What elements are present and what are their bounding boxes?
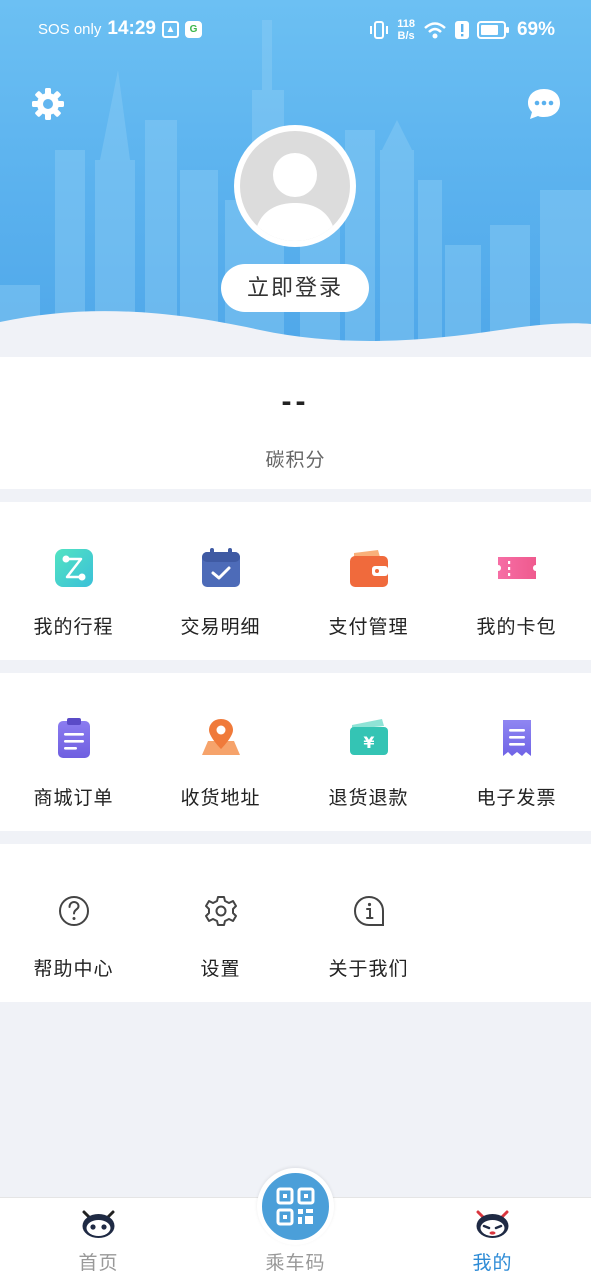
status-right: 118 B/s 69% bbox=[369, 18, 555, 42]
trip-route-icon bbox=[55, 549, 93, 587]
robot-mascot-icon bbox=[82, 1210, 115, 1238]
header-message-button[interactable] bbox=[526, 86, 562, 122]
services-grid-3: 帮助中心 设置 关于我们 bbox=[0, 844, 591, 1002]
menu-transaction-details-label: 交易明细 bbox=[180, 617, 261, 638]
services-grid-1: 我的行程 交易明细 支付管理 我的卡包 bbox=[0, 502, 591, 660]
carrier-text: SOS only bbox=[38, 20, 102, 38]
gear-icon bbox=[32, 88, 64, 120]
profile-header: SOS only 14:29 ▲ G 118 B/s 69% 立即登录 bbox=[0, 0, 591, 357]
menu-my-card-wallet-label: 我的卡包 bbox=[476, 617, 557, 638]
menu-e-invoice-label: 电子发票 bbox=[476, 788, 557, 809]
menu-about-us[interactable]: 关于我们 bbox=[295, 844, 442, 1002]
robot-mascot-icon bbox=[476, 1210, 509, 1238]
avatar[interactable] bbox=[234, 125, 356, 247]
menu-return-refund-label: 退货退款 bbox=[328, 788, 409, 809]
app-notification-icon: G bbox=[184, 20, 202, 38]
menu-my-trips-label: 我的行程 bbox=[33, 617, 114, 638]
menu-transaction-details[interactable]: 交易明细 bbox=[147, 502, 294, 660]
status-left: SOS only 14:29 ▲ G bbox=[38, 18, 202, 40]
map-pin-icon bbox=[202, 719, 240, 755]
nav-tab-ride-code-label: 乘车码 bbox=[265, 1253, 326, 1274]
menu-shipping-address[interactable]: 收货地址 bbox=[147, 673, 294, 831]
wallet-icon bbox=[350, 550, 388, 587]
menu-shipping-address-label: 收货地址 bbox=[180, 788, 261, 809]
services-grid-2: 商城订单 收货地址 ¥ 退货退款 电子发票 bbox=[0, 673, 591, 831]
gallery-notification-icon: ▲ bbox=[161, 20, 179, 38]
chat-bubble-icon bbox=[528, 89, 560, 119]
alert-icon bbox=[454, 21, 469, 39]
menu-payment-management-label: 支付管理 bbox=[328, 617, 409, 638]
menu-my-card-wallet[interactable]: 我的卡包 bbox=[443, 502, 590, 660]
menu-my-trips[interactable]: 我的行程 bbox=[0, 502, 147, 660]
menu-mall-orders-label: 商城订单 bbox=[33, 788, 114, 809]
clock: 14:29 bbox=[107, 18, 156, 39]
menu-about-us-label: 关于我们 bbox=[328, 959, 409, 980]
svg-text:¥: ¥ bbox=[363, 733, 374, 752]
refund-yen-icon: ¥ bbox=[350, 719, 388, 755]
nav-tab-mine-label: 我的 bbox=[472, 1253, 513, 1274]
nav-tab-home[interactable]: 首页 bbox=[0, 1198, 197, 1280]
vibrate-icon bbox=[370, 21, 389, 39]
ride-qr-code-button[interactable] bbox=[257, 1168, 334, 1245]
battery-percent: 69% bbox=[516, 19, 555, 40]
battery-icon bbox=[476, 21, 509, 39]
menu-settings-label: 设置 bbox=[200, 959, 241, 980]
calendar-check-icon bbox=[202, 548, 240, 587]
header-settings-button[interactable] bbox=[30, 86, 66, 122]
gear-icon bbox=[205, 896, 237, 926]
question-circle-icon bbox=[59, 896, 89, 926]
carbon-points-label: 碳积分 bbox=[265, 450, 326, 471]
info-bubble-icon bbox=[353, 895, 384, 926]
wifi-icon bbox=[424, 22, 446, 39]
menu-mall-orders[interactable]: 商城订单 bbox=[0, 673, 147, 831]
carbon-points-value: -- bbox=[281, 385, 310, 418]
nav-tab-home-label: 首页 bbox=[78, 1253, 119, 1274]
menu-help-center[interactable]: 帮助中心 bbox=[0, 844, 147, 1002]
menu-help-center-label: 帮助中心 bbox=[33, 959, 114, 980]
clipboard-order-icon bbox=[58, 718, 90, 758]
menu-e-invoice[interactable]: 电子发票 bbox=[443, 673, 590, 831]
menu-return-refund[interactable]: ¥ 退货退款 bbox=[295, 673, 442, 831]
qr-code-icon bbox=[276, 1187, 315, 1226]
card-ticket-icon bbox=[498, 557, 536, 579]
header-wave bbox=[0, 311, 591, 357]
avatar-image bbox=[240, 131, 350, 241]
receipt-icon bbox=[503, 720, 531, 756]
status-bar: SOS only 14:29 ▲ G 118 B/s 69% bbox=[0, 18, 591, 48]
menu-payment-management[interactable]: 支付管理 bbox=[295, 502, 442, 660]
menu-settings[interactable]: 设置 bbox=[147, 844, 294, 1002]
nav-tab-mine[interactable]: 我的 bbox=[394, 1198, 591, 1280]
default-user-avatar-icon bbox=[254, 153, 336, 241]
carbon-points-card[interactable]: -- 碳积分 bbox=[0, 357, 591, 489]
network-speed: 118 B/s bbox=[397, 18, 415, 42]
